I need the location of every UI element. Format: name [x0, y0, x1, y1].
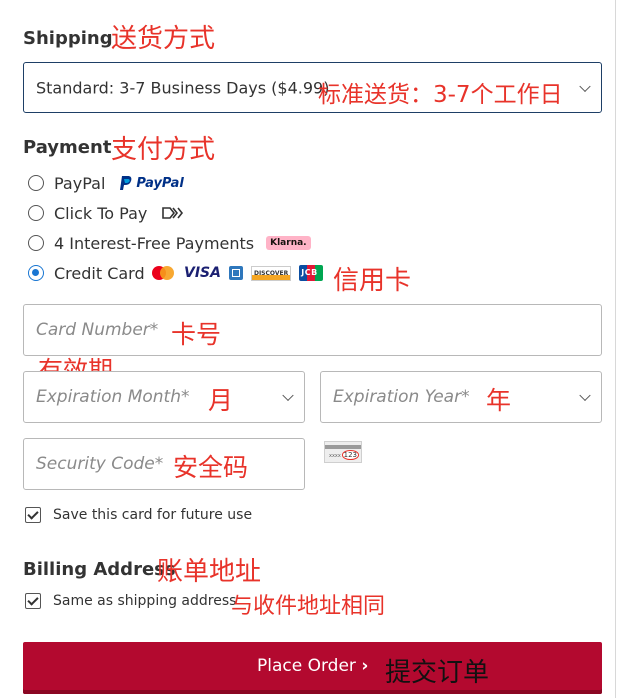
mastercard-icon: [152, 266, 174, 280]
discover-icon: DISCOVER: [250, 265, 292, 281]
credit-card-label: Credit Card: [54, 263, 145, 283]
place-order-note: 提交订单: [385, 658, 490, 688]
visa-icon: VISA: [184, 265, 221, 281]
expiration-year-placeholder: Expiration Year*: [333, 387, 470, 407]
chevron-down-icon: [579, 80, 591, 92]
expiration-month-note: 月: [208, 386, 234, 415]
click-to-pay-radio[interactable]: [28, 205, 44, 221]
payment-option-klarna[interactable]: 4 Interest-Free Payments Klarna.: [28, 231, 311, 255]
place-order-button[interactable]: Place Order › 提交订单: [23, 642, 602, 694]
paypal-icon: [120, 176, 132, 190]
shipping-method-select[interactable]: Standard: 3-7 Business Days ($4.99) 标准送货…: [23, 62, 602, 113]
security-code-note: 安全码: [173, 453, 249, 482]
same-as-shipping-checkbox[interactable]: [25, 593, 41, 609]
place-order-label: Place Order ›: [257, 656, 369, 676]
expiration-month-select[interactable]: Expiration Month* 月: [23, 371, 305, 423]
same-as-shipping-note: 与收件地址相同: [231, 594, 386, 619]
credit-card-radio[interactable]: [28, 265, 44, 281]
chevron-down-icon: [282, 389, 294, 402]
click-to-pay-icon: [161, 206, 185, 220]
same-as-shipping-label: Same as shipping address: [53, 593, 237, 609]
billing-heading: Billing Address: [23, 559, 176, 580]
expiration-month-placeholder: Expiration Month*: [36, 387, 190, 407]
payment-heading: Payment: [23, 137, 112, 158]
jcb-icon: JCB: [299, 265, 324, 281]
save-card-label: Save this card for future use: [53, 507, 253, 523]
card-number-input[interactable]: Card Number* 卡号: [23, 304, 602, 356]
paypal-radio[interactable]: [28, 175, 44, 191]
payment-heading-note: 支付方式: [111, 135, 216, 165]
shipping-method-note: 标准送货：3-7个工作日: [318, 82, 563, 108]
chevron-right-icon: ›: [361, 656, 369, 676]
amex-icon: [228, 266, 243, 280]
page-edge: [615, 0, 616, 698]
payment-option-click-to-pay[interactable]: Click To Pay: [28, 201, 185, 225]
card-number-placeholder: Card Number*: [36, 320, 159, 340]
paypal-label: PayPal: [54, 173, 106, 193]
klarna-badge: Klarna.: [266, 236, 311, 250]
cvv-sample: 123: [341, 450, 359, 460]
card-number-note: 卡号: [171, 320, 222, 349]
payment-option-paypal[interactable]: PayPal PayPal: [28, 171, 184, 195]
expiration-year-note: 年: [486, 386, 512, 415]
security-code-input[interactable]: Security Code* 安全码: [23, 438, 305, 490]
click-to-pay-label: Click To Pay: [54, 203, 148, 223]
card-brand-icons: VISA DISCOVER JCB: [150, 264, 324, 282]
klarna-radio[interactable]: [28, 235, 44, 251]
shipping-heading: Shipping: [23, 28, 113, 49]
shipping-heading-note: 送货方式: [111, 24, 216, 54]
billing-heading-note: 账单地址: [157, 557, 262, 587]
klarna-label: 4 Interest-Free Payments: [54, 233, 255, 253]
chevron-down-icon: [579, 389, 591, 402]
expiration-year-select[interactable]: Expiration Year* 年: [320, 371, 602, 423]
credit-card-note: 信用卡: [333, 266, 412, 296]
cvv-hint-icon: xxxx 123: [324, 441, 362, 463]
paypal-brand-text: PayPal: [136, 175, 184, 191]
security-code-placeholder: Security Code*: [36, 454, 164, 474]
paypal-logo: PayPal: [119, 175, 184, 191]
payment-option-credit-card[interactable]: Credit Card: [28, 261, 145, 285]
save-card-checkbox[interactable]: [25, 507, 41, 523]
shipping-method-value: Standard: 3-7 Business Days ($4.99): [36, 78, 330, 97]
